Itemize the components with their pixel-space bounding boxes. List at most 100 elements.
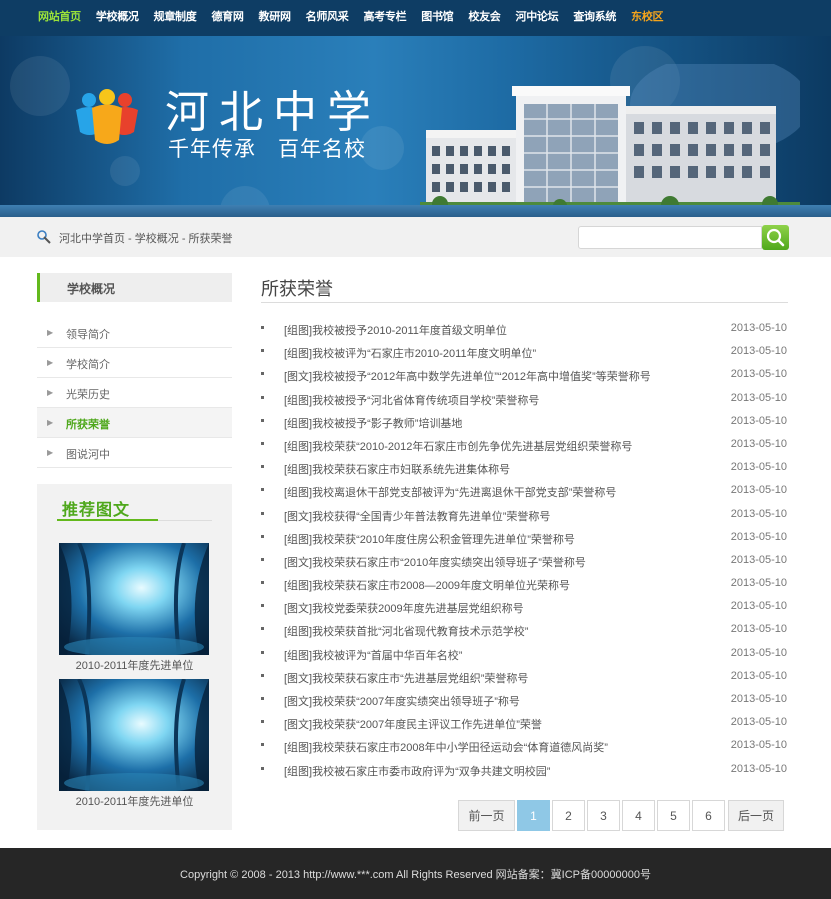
news-item[interactable]: [图文]我校荣获“2007年度实绩突出领导班子”称号 2013-05-10	[261, 689, 788, 712]
nav-item-moral-education[interactable]: 德育网	[211, 8, 243, 24]
news-title[interactable]: [组图]我校荣获首批“河北省现代教育技术示范学校”	[284, 623, 528, 639]
page-button-4[interactable]: 4	[622, 800, 655, 831]
sidebar-heading-label: 学校概况	[67, 282, 116, 296]
news-item[interactable]: [图文]我校党委荣获2009年度先进基层党组织称号 2013-05-10	[261, 596, 788, 619]
page-button-2[interactable]: 2	[552, 800, 585, 831]
sidebar-item-honors[interactable]: ▶ 所获荣誉	[37, 408, 232, 438]
bullet-icon	[261, 766, 264, 770]
recommended-image[interactable]	[59, 679, 209, 791]
news-item[interactable]: [图文]我校荣获石家庄市“先进基层党组织”荣誉称号 2013-05-10	[261, 666, 788, 689]
news-date: 2013-05-10	[730, 669, 787, 682]
recommended-caption[interactable]: 2010-2011年度先进单位	[37, 657, 232, 673]
news-item[interactable]: [图文]我校荣获“2007年度民主评议工作先进单位”荣誉 2013-05-10	[261, 712, 788, 735]
news-title[interactable]: [组图]我校被授予“河北省体育传统项目学校”荣誉称号	[284, 392, 539, 408]
chevron-right-icon: ▶	[47, 448, 54, 457]
news-title[interactable]: [组图]我校离退休干部党支部被评为“先进离退休干部党支部”荣誉称号	[284, 484, 616, 500]
bullet-icon	[261, 581, 264, 585]
news-item[interactable]: [图文]我校荣获石家庄市“2010年度实绩突出领导班子”荣誉称号 2013-05-…	[261, 550, 788, 573]
sidebar-item-photos[interactable]: ▶ 图说河中	[37, 438, 232, 468]
bullet-icon	[261, 465, 264, 469]
sidebar-item-leaders[interactable]: ▶ 领导简介	[37, 318, 232, 348]
news-title[interactable]: [组图]我校荣获石家庄市2008年中小学田径运动会“体育道德风尚奖”	[284, 739, 608, 755]
news-title[interactable]: [图文]我校获得“全国青少年普法教育先进单位”荣誉称号	[284, 508, 550, 524]
news-item[interactable]: [组图]我校荣获石家庄市妇联系统先进集体称号 2013-05-10	[261, 457, 788, 480]
nav-item-query-system[interactable]: 查询系统	[573, 8, 616, 24]
news-date: 2013-05-10	[730, 507, 787, 520]
nav-item-school-overview[interactable]: 学校概况	[96, 8, 139, 24]
page-button-6[interactable]: 6	[692, 800, 725, 831]
sidebar-item-label: 学校简介	[66, 359, 110, 371]
title-underline	[57, 519, 158, 521]
page-button-1[interactable]: 1	[517, 800, 550, 831]
news-item[interactable]: [组图]我校离退休干部党支部被评为“先进离退休干部党支部”荣誉称号 2013-05…	[261, 480, 788, 503]
chevron-right-icon: ▶	[47, 388, 54, 397]
recommended-caption[interactable]: 2010-2011年度先进单位	[37, 793, 232, 809]
news-date: 2013-05-10	[730, 345, 787, 358]
news-title[interactable]: [组图]我校被评为“石家庄市2010-2011年度文明单位”	[284, 345, 536, 361]
sidebar-item-history[interactable]: ▶ 光荣历史	[37, 378, 232, 408]
next-page-button[interactable]: 后一页	[728, 800, 784, 831]
news-item[interactable]: [组图]我校被授予“河北省体育传统项目学校”荣誉称号 2013-05-10	[261, 388, 788, 411]
bullet-icon	[261, 557, 264, 561]
search-button[interactable]	[762, 225, 789, 250]
bullet-icon	[261, 650, 264, 654]
news-title[interactable]: [图文]我校党委荣获2009年度先进基层党组织称号	[284, 600, 524, 616]
news-date: 2013-05-10	[730, 693, 787, 705]
news-title[interactable]: [图文]我校荣获石家庄市“先进基层党组织”荣誉称号	[284, 670, 528, 686]
news-title[interactable]: [图文]我校荣获石家庄市“2010年度实绩突出领导班子”荣誉称号	[284, 554, 586, 570]
nav-item-teaching-research[interactable]: 教研网	[259, 8, 291, 24]
news-item[interactable]: [组图]我校被评为“石家庄市2010-2011年度文明单位” 2013-05-10	[261, 341, 788, 364]
news-title[interactable]: [组图]我校被评为“首届中华百年名校”	[284, 647, 462, 663]
news-item[interactable]: [组图]我校被授予2010-2011年度首级文明单位 2013-05-10	[261, 318, 788, 341]
news-title[interactable]: [组图]我校荣获“2010年度住房公积金管理先进单位”荣誉称号	[284, 531, 575, 547]
news-item[interactable]: [组图]我校荣获“2010-2012年石家庄市创先争优先进基层党组织荣誉称号 20…	[261, 434, 788, 457]
news-date: 2013-05-10	[730, 437, 787, 450]
nav-item-alumni[interactable]: 校友会	[468, 8, 500, 24]
news-date: 2013-05-10	[730, 322, 787, 334]
news-item[interactable]: [组图]我校荣获“2010年度住房公积金管理先进单位”荣誉称号 2013-05-1…	[261, 527, 788, 550]
news-item[interactable]: [组图]我校被评为“首届中华百年名校” 2013-05-10	[261, 643, 788, 666]
nav-item-library[interactable]: 图书馆	[421, 8, 453, 24]
recommended-panel: 推荐图文 2010-2011年度先进单位 2010-2011年度先进单位	[37, 484, 232, 830]
news-title[interactable]: [组图]我校被授予“影子教师”培训基地	[284, 415, 462, 431]
news-item[interactable]: [组图]我校荣获石家庄市2008—2009年度文明单位光荣称号 2013-05-1…	[261, 573, 788, 596]
news-date: 2013-05-10	[730, 577, 787, 590]
nav-item-forum[interactable]: 河中论坛	[516, 8, 559, 24]
news-title[interactable]: [图文]我校荣获“2007年度民主评议工作先进单位”荣誉	[284, 716, 542, 732]
news-title[interactable]: [组图]我校荣获石家庄市妇联系统先进集体称号	[284, 461, 510, 477]
news-date: 2013-05-10	[730, 414, 787, 427]
banner-bokeh	[110, 156, 140, 186]
news-item[interactable]: [组图]我校被石家庄市委市政府评为“双争共建文明校园” 2013-05-10	[261, 759, 788, 782]
nav-item-gaokao[interactable]: 高考专栏	[363, 8, 406, 24]
recommended-image[interactable]	[59, 543, 209, 655]
bullet-icon	[261, 534, 264, 538]
news-title[interactable]: [组图]我校荣获“2010-2012年石家庄市创先争优先进基层党组织荣誉称号	[284, 438, 632, 454]
page-button-5[interactable]: 5	[657, 800, 690, 831]
news-title[interactable]: [图文]我校被授予“2012年高中数学先进单位”“2012年高中增值奖”等荣誉称…	[284, 368, 651, 384]
news-date: 2013-05-10	[730, 762, 787, 775]
search-input[interactable]	[578, 226, 762, 249]
news-item[interactable]: [组图]我校荣获首批“河北省现代教育技术示范学校” 2013-05-10	[261, 619, 788, 642]
chevron-right-icon: ▶	[47, 328, 54, 337]
news-title[interactable]: [组图]我校荣获石家庄市2008—2009年度文明单位光荣称号	[284, 577, 570, 593]
news-title[interactable]: [图文]我校荣获“2007年度实绩突出领导班子”称号	[284, 693, 520, 709]
breadcrumb[interactable]: 河北中学首页 - 学校概况 - 所获荣誉	[59, 230, 233, 246]
news-item[interactable]: [组图]我校被授予“影子教师”培训基地 2013-05-10	[261, 411, 788, 434]
news-title[interactable]: [组图]我校被石家庄市委市政府评为“双争共建文明校园”	[284, 763, 550, 779]
page-button-3[interactable]: 3	[587, 800, 620, 831]
prev-page-button[interactable]: 前一页	[458, 800, 515, 831]
sidebar-item-school-intro[interactable]: ▶ 学校简介	[37, 348, 232, 378]
news-date: 2013-05-10	[730, 623, 787, 636]
news-title[interactable]: [组图]我校被授予2010-2011年度首级文明单位	[284, 322, 507, 338]
nav-item-home[interactable]: 网站首页	[38, 8, 81, 24]
news-item[interactable]: [图文]我校被授予“2012年高中数学先进单位”“2012年高中增值奖”等荣誉称…	[261, 364, 788, 387]
news-item[interactable]: [图文]我校获得“全国青少年普法教育先进单位”荣誉称号 2013-05-10	[261, 504, 788, 527]
nav-item-regulations[interactable]: 规章制度	[154, 8, 197, 24]
nav-item-east-campus[interactable]: 东校区	[631, 8, 663, 24]
news-list: [组图]我校被授予2010-2011年度首级文明单位 2013-05-10 [组图]…	[261, 318, 788, 782]
school-building-image	[420, 64, 800, 217]
nav-item-famous-teachers[interactable]: 名师风采	[306, 8, 349, 24]
news-item[interactable]: [组图]我校荣获石家庄市2008年中小学田径运动会“体育道德风尚奖” 2013-0…	[261, 735, 788, 758]
bullet-icon	[261, 743, 264, 747]
chevron-right-icon: ▶	[47, 418, 54, 427]
